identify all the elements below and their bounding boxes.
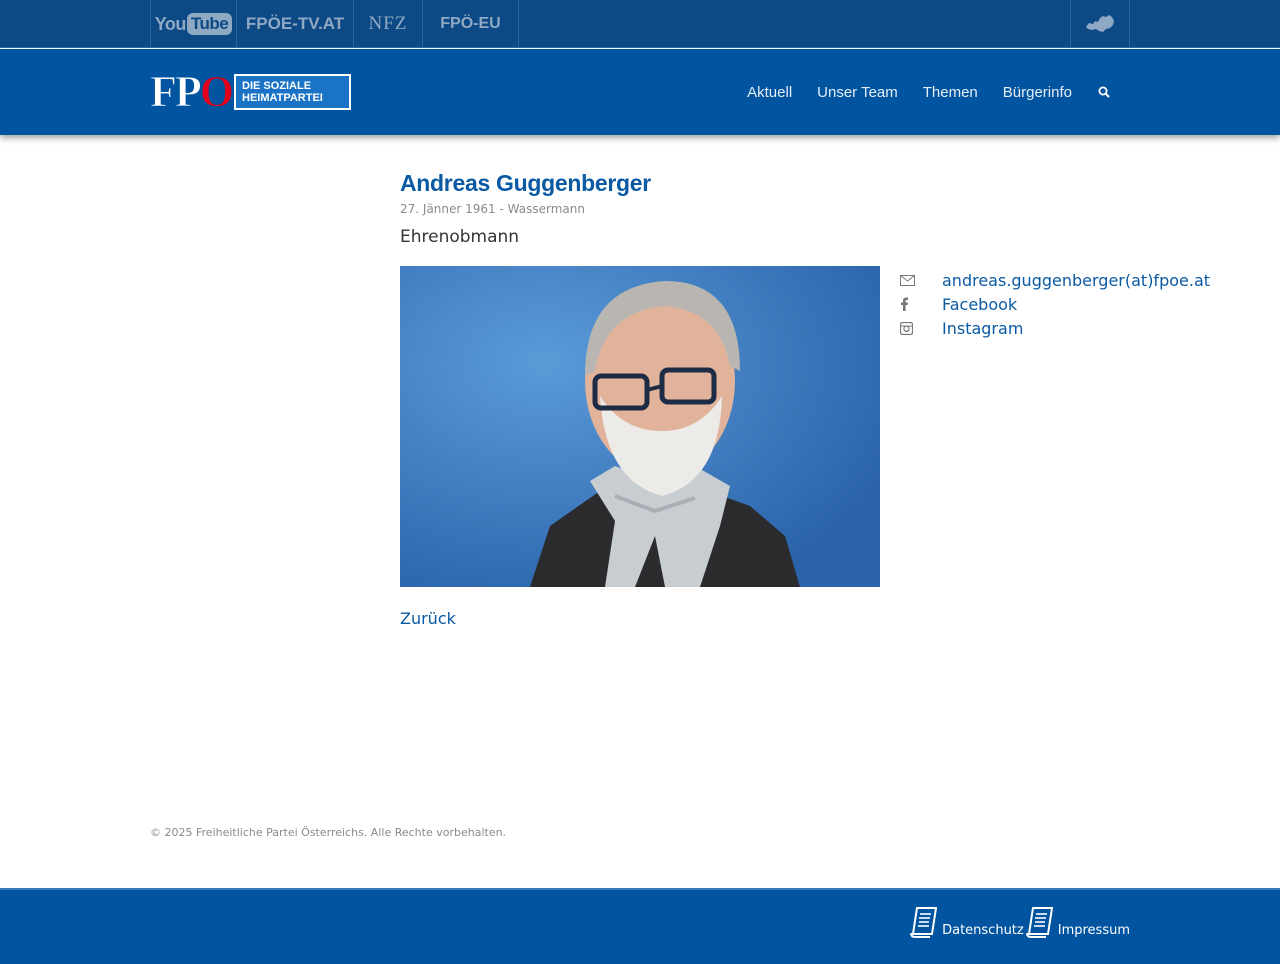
nav-buergerinfo[interactable]: Bürgerinfo: [1003, 84, 1072, 101]
datenschutz-link[interactable]: Datenschutz: [908, 906, 1024, 938]
instagram-icon: [900, 321, 942, 335]
media-links: You Tube FPÖE-TV.AT NFZ FPÖ-EU: [150, 0, 519, 48]
contact-list: andreas.guggenberger(at)fpoe.at Facebook…: [900, 268, 1210, 340]
impressum-link[interactable]: Impressum: [1024, 906, 1130, 938]
copyright: © 2025 Freiheitliche Partei Österreichs.…: [150, 826, 507, 839]
logo-letters: FPO: [150, 67, 235, 116]
nav-aktuell[interactable]: Aktuell: [747, 84, 792, 101]
youtube-link[interactable]: You Tube: [150, 0, 236, 48]
main-nav: Aktuell Unser Team Themen Bürgerinfo: [722, 49, 1110, 135]
austria-map-icon: [1086, 15, 1114, 32]
austria-map-link[interactable]: [1070, 0, 1130, 48]
youtube-logo: You Tube: [155, 13, 233, 35]
main-header: FPO DIE SOZIALE HEIMATPARTEI Aktuell Uns…: [0, 49, 1280, 135]
fpoe-eu-link[interactable]: FPÖ-EU: [422, 0, 519, 48]
fpoe-logo[interactable]: FPO DIE SOZIALE HEIMATPARTEI: [150, 67, 351, 116]
fpoe-tv-link[interactable]: FPÖE-TV.AT: [236, 0, 353, 48]
document-icon: [910, 907, 938, 938]
person-name: Andreas Guggenberger: [400, 170, 651, 196]
logo-tagline-box: DIE SOZIALE HEIMATPARTEI: [234, 74, 351, 110]
impressum-label: Impressum: [1057, 923, 1130, 938]
profile-content: andreas.guggenberger(at)fpoe.at Facebook…: [400, 266, 1210, 588]
person-photo: [400, 266, 880, 587]
facebook-link[interactable]: Facebook: [942, 295, 1017, 314]
datenschutz-label: Datenschutz: [942, 923, 1024, 938]
youtube-logo-tube: Tube: [186, 13, 233, 35]
facebook-icon: [900, 297, 942, 311]
nav-unser-team[interactable]: Unser Team: [817, 84, 898, 101]
search-icon: [1098, 86, 1110, 98]
logo-tagline: DIE SOZIALE HEIMATPARTEI: [236, 76, 349, 108]
contact-facebook: Facebook: [900, 292, 1210, 316]
footer-links: Datenschutz Impressum: [908, 906, 1130, 938]
email-link[interactable]: andreas.guggenberger(at)fpoe.at: [942, 271, 1210, 290]
contact-email: andreas.guggenberger(at)fpoe.at: [900, 268, 1210, 292]
back-link[interactable]: Zurück: [400, 609, 456, 628]
document-icon: [1025, 907, 1053, 938]
instagram-link[interactable]: Instagram: [942, 319, 1023, 338]
person-profile: Andreas Guggenberger 27. Jänner 1961 - W…: [400, 170, 1210, 628]
person-birth: 27. Jänner 1961 - Wassermann: [400, 202, 585, 216]
nfz-link[interactable]: NFZ: [353, 0, 422, 48]
contact-instagram: Instagram: [900, 316, 1210, 340]
top-bar: You Tube FPÖE-TV.AT NFZ FPÖ-EU: [0, 0, 1280, 48]
nav-themen[interactable]: Themen: [923, 84, 978, 101]
person-role: Ehrenobmann: [400, 227, 520, 247]
envelope-icon: [900, 274, 942, 286]
search-button[interactable]: [1098, 86, 1110, 98]
youtube-logo-you: You: [154, 13, 187, 34]
footer: Datenschutz Impressum: [0, 888, 1280, 964]
